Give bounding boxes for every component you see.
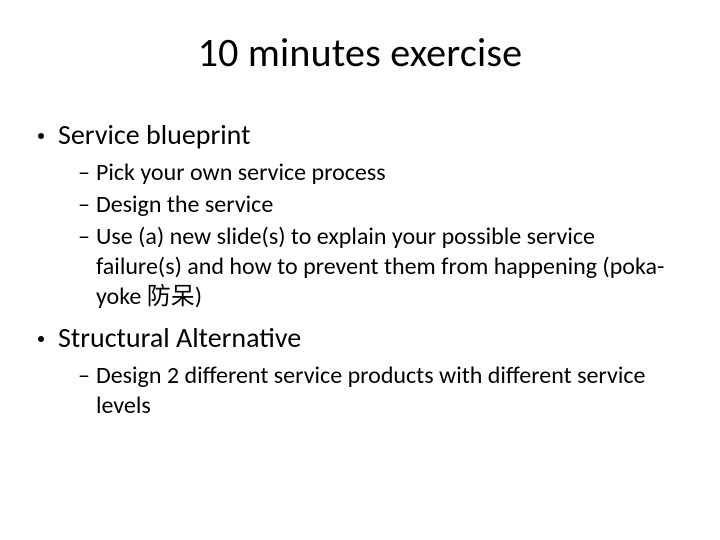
bullet-level2: – Pick your own service process [78, 158, 690, 188]
bullet-level1: Structural Alternative [38, 320, 690, 355]
bullet-dot-icon [38, 336, 44, 342]
slide: 10 minutes exercise Service blueprint – … [0, 0, 720, 540]
slide-title: 10 minutes exercise [30, 28, 690, 77]
bullet-text: Structural Alternative [58, 320, 301, 355]
dash-icon: – [78, 190, 90, 220]
bullet-text: Service blueprint [58, 117, 251, 152]
bullet-level2: – Use (a) new slide(s) to explain your p… [78, 222, 690, 312]
dash-icon: – [78, 158, 90, 188]
bullet-dot-icon [38, 133, 44, 139]
dash-icon: – [78, 222, 90, 252]
bullet-level2: – Design 2 different service products wi… [78, 361, 690, 421]
bullet-level1: Service blueprint [38, 117, 690, 152]
bullet-text: Use (a) new slide(s) to explain your pos… [96, 222, 666, 312]
slide-content: Service blueprint – Pick your own servic… [30, 117, 690, 421]
bullet-text: Design the service [96, 190, 273, 220]
bullet-text: Design 2 different service products with… [96, 361, 666, 421]
bullet-text: Pick your own service process [96, 158, 386, 188]
bullet-level2: – Design the service [78, 190, 690, 220]
dash-icon: – [78, 361, 90, 391]
